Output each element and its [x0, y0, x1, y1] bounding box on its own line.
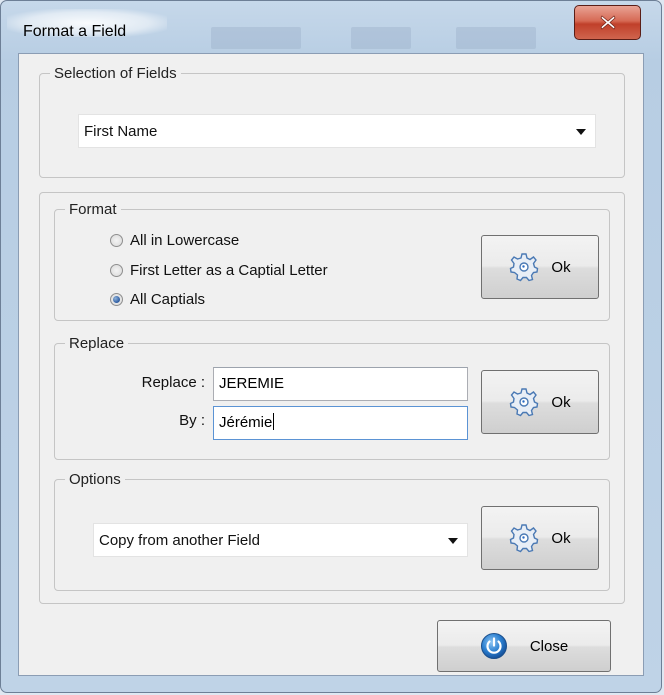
by-input[interactable]: Jérémie	[213, 406, 468, 440]
by-input-value: Jérémie	[219, 414, 273, 431]
radio-button-selected[interactable]	[110, 292, 123, 306]
replace-ok-label: Ok	[551, 393, 571, 411]
radio-lowercase[interactable]: All in Lowercase	[110, 229, 239, 251]
by-label: By :	[179, 412, 205, 429]
dialog-client-area: Selection of Fields First Name Format Al…	[18, 53, 644, 676]
gear-icon	[510, 524, 539, 553]
title-bar[interactable]: Format a Field	[1, 1, 661, 51]
replace-legend: Replace	[69, 335, 125, 352]
selection-legend: Selection of Fields	[54, 65, 177, 82]
close-icon	[600, 15, 615, 30]
chevron-down-icon	[576, 129, 586, 135]
options-legend: Options	[69, 471, 121, 488]
format-ok-button[interactable]: Ok	[481, 235, 599, 299]
format-legend: Format	[69, 201, 117, 218]
copy-field-value: Copy from another Field	[99, 532, 260, 549]
options-ok-label: Ok	[551, 529, 571, 547]
gear-icon	[510, 253, 539, 282]
power-icon	[480, 633, 507, 659]
replace-label: Replace :	[141, 374, 205, 391]
radio-button[interactable]	[110, 263, 123, 277]
dialog-window: Format a Field Selection of Fields First…	[0, 0, 662, 693]
window-title: Format a Field	[23, 23, 127, 40]
replace-input[interactable]: JEREMIE	[213, 367, 468, 401]
replace-input-value: JEREMIE	[219, 375, 285, 392]
chevron-down-icon	[448, 538, 458, 544]
options-ok-button[interactable]: Ok	[481, 506, 599, 570]
copy-field-dropdown[interactable]: Copy from another Field	[93, 523, 468, 557]
close-label: Close	[529, 637, 569, 655]
format-ok-label: Ok	[551, 258, 571, 276]
text-cursor	[273, 413, 275, 430]
field-select-dropdown[interactable]: First Name	[78, 114, 596, 148]
window-close-button[interactable]	[574, 5, 641, 40]
radio-label: All in Lowercase	[130, 231, 240, 249]
replace-ok-button[interactable]: Ok	[481, 370, 599, 434]
close-button[interactable]: Close	[437, 620, 611, 672]
radio-label: First Letter as a Captial Letter	[130, 261, 328, 279]
radio-button[interactable]	[110, 233, 123, 247]
gear-icon	[510, 388, 539, 417]
background-window-ghost	[211, 27, 301, 49]
background-window-ghost	[456, 27, 536, 49]
radio-all-capitals[interactable]: All Captials	[110, 288, 205, 310]
background-window-ghost	[351, 27, 411, 49]
radio-label: All Captials	[130, 290, 206, 308]
radio-first-letter-capital[interactable]: First Letter as a Captial Letter	[110, 259, 328, 281]
field-select-value: First Name	[84, 123, 158, 140]
